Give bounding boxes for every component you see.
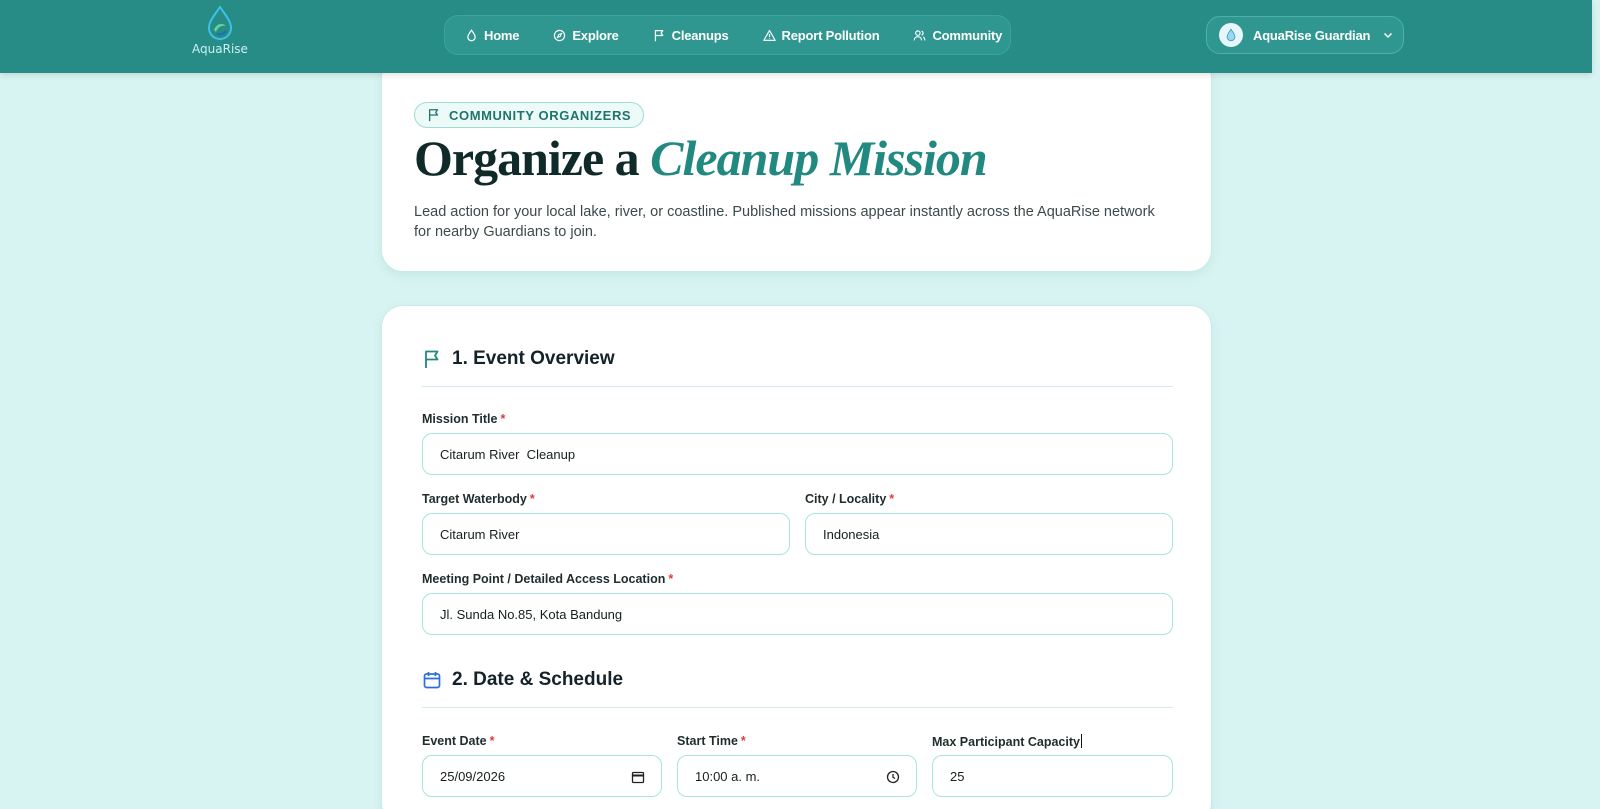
label-text: Start Time: [677, 734, 738, 748]
max-capacity-label: Max Participant Capacity: [932, 734, 1082, 749]
start-time-label: Start Time *: [677, 734, 746, 748]
section-divider: [422, 386, 1173, 387]
users-icon: [914, 29, 926, 40]
water-drop-logo-icon: [207, 5, 233, 40]
section-title: 2. Date & Schedule: [452, 669, 624, 690]
badge-label: COMMUNITY ORGANIZERS: [449, 107, 632, 123]
section-event-overview: 1. Event Overview: [422, 348, 615, 370]
city-locality-input[interactable]: Indonesia: [805, 513, 1173, 555]
target-waterbody-label: Target Waterbody *: [422, 492, 535, 506]
city-locality-label: City / Locality *: [805, 492, 894, 506]
label-text: Target Waterbody: [422, 492, 527, 506]
input-value: 25/09/2026: [440, 768, 506, 784]
label-text: Max Participant Capacity: [932, 735, 1080, 749]
clock-icon[interactable]: [886, 770, 900, 784]
user-menu[interactable]: AquaRise Guardian: [1206, 16, 1404, 54]
target-waterbody-input[interactable]: Citarum River: [422, 513, 790, 555]
input-value: 25: [950, 768, 965, 784]
nav-item-explore[interactable]: Explore: [553, 27, 619, 43]
brand-logo[interactable]: AquaRise: [190, 4, 250, 60]
nav-label-community: Community: [932, 27, 1003, 43]
flag-icon: [428, 109, 439, 122]
event-date-label: Event Date *: [422, 734, 494, 748]
droplet-icon: [467, 28, 476, 41]
required-marker: *: [740, 734, 746, 748]
label-text: Mission Title: [422, 412, 498, 426]
calendar-icon: [423, 672, 441, 689]
page-description: Lead action for your local lake, river, …: [414, 204, 1155, 240]
alert-triangle-icon: [762, 29, 776, 41]
title-accent: Cleanup Mission: [650, 130, 988, 186]
start-time-input[interactable]: 10:00 a. m.: [677, 755, 917, 797]
nav-item-community[interactable]: Community: [913, 28, 1002, 43]
community-organizers-badge: COMMUNITY ORGANIZERS: [414, 102, 645, 128]
required-marker: *: [889, 492, 895, 506]
flag-icon: [654, 29, 663, 41]
input-value: 10:00 a. m.: [695, 768, 761, 784]
user-name: AquaRise Guardian: [1253, 27, 1371, 43]
label-text: Meeting Point / Detailed Access Location: [422, 572, 666, 586]
required-marker: *: [529, 492, 535, 506]
section-title: 1. Event Overview: [452, 348, 615, 369]
avatar: [1219, 23, 1243, 47]
input-value: Citarum River Cleanup: [440, 446, 576, 462]
calendar-picker-icon[interactable]: [631, 770, 645, 784]
mission-form: 1. Event Overview Mission Title * Citarum…: [381, 305, 1212, 809]
label-text: City / Locality: [805, 492, 887, 506]
text-caret: [1080, 734, 1082, 748]
hero-card: COMMUNITY ORGANIZERS Organize a Cleanup …: [381, 56, 1212, 272]
water-drop-avatar-icon: [1226, 28, 1236, 42]
meeting-point-input[interactable]: Jl. Sunda No.85, Kota Bandung: [422, 593, 1173, 635]
page-title: Organize a Cleanup Mission: [414, 129, 988, 187]
input-value: Citarum River: [440, 526, 520, 542]
max-capacity-input[interactable]: 25: [932, 755, 1173, 797]
nav-item-report-pollution[interactable]: Report Pollution: [762, 27, 880, 43]
input-value: Indonesia: [823, 526, 880, 542]
nav-item-home[interactable]: Home: [465, 27, 520, 43]
mission-title-input[interactable]: Citarum River Cleanup: [422, 433, 1173, 475]
required-marker: *: [489, 734, 495, 748]
meeting-point-label: Meeting Point / Detailed Access Location…: [422, 572, 673, 586]
required-marker: *: [500, 412, 506, 426]
top-navbar: AquaRise Home Explore Cleanups Report Po…: [0, 0, 1592, 73]
compass-icon: [554, 29, 566, 41]
nav-label-report-pollution: Report Pollution: [781, 27, 880, 43]
label-text: Event Date: [422, 734, 487, 748]
brand-name: AquaRise: [192, 42, 248, 56]
nav-label-explore: Explore: [572, 27, 619, 43]
nav-item-cleanups[interactable]: Cleanups: [653, 28, 729, 43]
nav-label-cleanups: Cleanups: [671, 27, 729, 43]
title-plain: Organize a: [414, 130, 640, 186]
chevron-down-icon: [1384, 32, 1393, 39]
nav-label-home: Home: [484, 27, 520, 43]
main-nav: Home Explore Cleanups Report Pollution C…: [444, 15, 1011, 55]
required-marker: *: [668, 572, 674, 586]
flag-icon: [425, 350, 439, 368]
mission-title-label: Mission Title *: [422, 412, 505, 426]
input-value: Jl. Sunda No.85, Kota Bandung: [440, 606, 623, 622]
section-date-schedule: 2. Date & Schedule: [422, 669, 623, 691]
section-divider: [422, 707, 1173, 708]
event-date-input[interactable]: 25/09/2026: [422, 755, 662, 797]
